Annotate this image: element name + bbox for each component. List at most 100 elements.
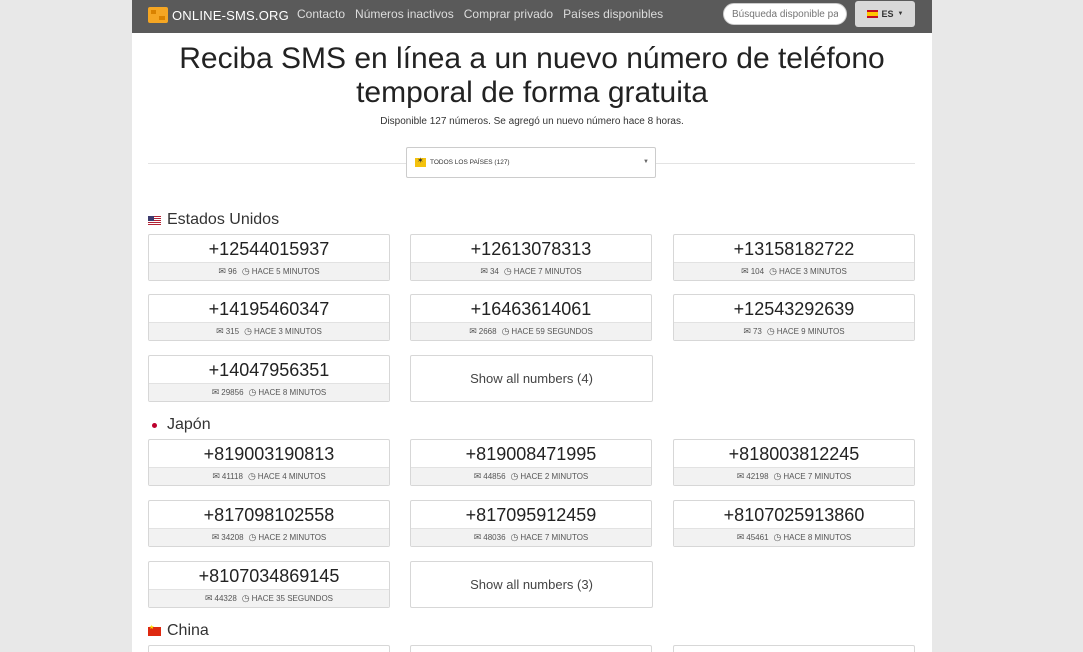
phone-number: +12613078313 <box>470 239 592 259</box>
country-name: Estados Unidos <box>167 211 280 228</box>
clock-icon: ◷ <box>501 326 510 336</box>
last-message-time: HACE 3 MINUTOS <box>253 327 322 336</box>
summary-text-1: Disponible <box>380 116 430 127</box>
country-heading-us: Estados Unidos <box>148 211 279 229</box>
number-card[interactable]: +817095912459 ✉ 48036 ◷ HACE 7 MINUTOS <box>410 500 652 547</box>
envelope-icon: ✉ <box>212 471 220 481</box>
number-card[interactable] <box>673 645 915 652</box>
clock-icon: ◷ <box>248 532 257 542</box>
number-card[interactable]: +819003190813 ✉ 41118 ◷ HACE 4 MINUTOS <box>148 439 390 486</box>
nav-link-comprar-privado[interactable]: Comprar privado <box>464 7 553 21</box>
number-card[interactable]: +13158182722 ✉ 104 ◷ HACE 3 MINUTOS <box>673 234 915 281</box>
number-card[interactable]: +818003812245 ✉ 42198 ◷ HACE 7 MINUTOS <box>673 439 915 486</box>
japan-flag-icon <box>148 420 161 430</box>
last-message-time: HACE 7 MINUTOS <box>783 472 852 481</box>
message-count: 2668 <box>478 327 497 336</box>
language-code: ES <box>881 9 894 19</box>
number-card[interactable]: +14195460347 ✉ 315 ◷ HACE 3 MINUTOS <box>148 294 390 341</box>
phone-number: +819003190813 <box>203 444 335 464</box>
message-count: 315 <box>225 327 240 336</box>
number-card[interactable]: +817098102558 ✉ 34208 ◷ HACE 2 MINUTOS <box>148 500 390 547</box>
card-meta: ✉ 48036 ◷ HACE 7 MINUTOS <box>411 528 651 546</box>
country-filter-select[interactable]: TODOS LOS PAÍSES (127) ▼ <box>406 147 656 178</box>
clock-icon: ◷ <box>241 266 250 276</box>
message-count: 44856 <box>483 472 506 481</box>
last-message-time: HACE 8 MINUTOS <box>258 388 327 397</box>
card-meta: ✉ 29856 ◷ HACE 8 MINUTOS <box>149 383 389 401</box>
envelope-icon: ✉ <box>473 532 482 542</box>
phone-number: +8107025913860 <box>723 505 865 525</box>
phone-number: +8107034869145 <box>198 566 340 586</box>
number-card[interactable] <box>410 645 652 652</box>
clock-icon: ◷ <box>248 387 257 397</box>
nav-link-numeros-inactivos[interactable]: Números inactivos <box>355 7 454 21</box>
envelope-icon: ✉ <box>741 266 749 276</box>
card-meta: ✉ 44856 ◷ HACE 2 MINUTOS <box>411 467 651 485</box>
message-count: 48036 <box>483 533 506 542</box>
card-meta: ✉ 41118 ◷ HACE 4 MINUTOS <box>149 467 389 485</box>
card-meta: ✉ 315 ◷ HACE 3 MINUTOS <box>149 322 389 340</box>
clock-icon: ◷ <box>773 532 782 542</box>
language-dropdown[interactable]: ES ▼ <box>855 1 915 27</box>
clock-icon: ◷ <box>247 471 256 481</box>
last-message-time: HACE 7 MINUTOS <box>520 533 589 542</box>
number-card[interactable] <box>148 645 390 652</box>
card-meta: ✉ 2668 ◷ HACE 59 SEGUNDOS <box>411 322 651 340</box>
number-card[interactable]: +8107034869145 ✉ 44328 ◷ HACE 35 SEGUNDOS <box>148 561 390 608</box>
number-card[interactable]: +819008471995 ✉ 44856 ◷ HACE 2 MINUTOS <box>410 439 652 486</box>
number-card[interactable]: +12543292639 ✉ 73 ◷ HACE 9 MINUTOS <box>673 294 915 341</box>
title-line-1: Reciba SMS en línea a un nuevo número de… <box>179 42 885 75</box>
clock-icon: ◷ <box>503 266 512 276</box>
message-count: 44328 <box>214 594 237 603</box>
summary-text-3: . <box>681 116 684 127</box>
envelope-icon: ✉ <box>218 266 226 276</box>
number-card[interactable]: +16463614061 ✉ 2668 ◷ HACE 59 SEGUNDOS <box>410 294 652 341</box>
spain-flag-icon <box>866 10 878 18</box>
last-message-time: HACE 59 SEGUNDOS <box>511 327 593 336</box>
summary-time: hace 8 horas <box>623 116 681 127</box>
brand-link[interactable]: ONLINE-SMS.ORG <box>148 7 289 23</box>
phone-number: +14195460347 <box>208 299 330 319</box>
phone-number: +16463614061 <box>470 299 592 319</box>
nav-link-paises-disponibles[interactable]: Países disponibles <box>563 7 663 21</box>
card-meta: ✉ 45461 ◷ HACE 8 MINUTOS <box>674 528 914 546</box>
show-all-numbers-jp-button[interactable]: Show all numbers (3) <box>410 561 653 608</box>
last-message-time: HACE 4 MINUTOS <box>257 472 326 481</box>
message-count: 73 <box>752 327 762 336</box>
phone-number: +12543292639 <box>733 299 855 319</box>
envelope-icon: ✉ <box>743 326 751 336</box>
clock-icon: ◷ <box>510 471 519 481</box>
country-heading-cn: China <box>148 622 209 640</box>
nav-links: Contacto Números inactivos Comprar priva… <box>297 7 673 21</box>
phone-number: +13158182722 <box>733 239 855 259</box>
phone-number: +818003812245 <box>728 444 860 464</box>
search-input[interactable] <box>723 3 847 25</box>
card-meta: ✉ 44328 ◷ HACE 35 SEGUNDOS <box>149 589 389 607</box>
clock-icon: ◷ <box>244 326 252 336</box>
caret-down-icon: ▼ <box>897 11 904 17</box>
nav-link-contacto[interactable]: Contacto <box>297 7 345 21</box>
summary-text-2: . Se agregó un nuevo número <box>488 116 624 127</box>
divider-left <box>148 163 406 164</box>
message-count: 42198 <box>746 472 769 481</box>
envelope-icon: ✉ <box>469 326 477 336</box>
navbar: ONLINE-SMS.ORG Contacto Números inactivo… <box>132 0 932 33</box>
last-message-time: HACE 2 MINUTOS <box>258 533 327 542</box>
card-meta: ✉ 104 ◷ HACE 3 MINUTOS <box>674 262 914 280</box>
card-meta: ✉ 42198 ◷ HACE 7 MINUTOS <box>674 467 914 485</box>
last-message-time: HACE 3 MINUTOS <box>778 267 847 276</box>
number-card[interactable]: +12613078313 ✉ 34 ◷ HACE 7 MINUTOS <box>410 234 652 281</box>
last-message-time: HACE 5 MINUTOS <box>251 267 320 276</box>
last-message-time: HACE 35 SEGUNDOS <box>251 594 333 603</box>
number-card[interactable]: +12544015937 ✉ 96 ◷ HACE 5 MINUTOS <box>148 234 390 281</box>
number-card[interactable]: +14047956351 ✉ 29856 ◷ HACE 8 MINUTOS <box>148 355 390 402</box>
china-flag-icon <box>148 624 161 636</box>
show-all-numbers-us-button[interactable]: Show all numbers (4) <box>410 355 653 402</box>
caret-down-icon: ▼ <box>643 159 649 165</box>
number-card[interactable]: +8107025913860 ✉ 45461 ◷ HACE 8 MINUTOS <box>673 500 915 547</box>
us-flag-icon <box>148 215 161 225</box>
summary-count: 127 números <box>429 116 489 127</box>
message-count: 96 <box>227 267 237 276</box>
envelope-icon: ✉ <box>736 471 745 481</box>
clock-icon: ◷ <box>510 532 519 542</box>
